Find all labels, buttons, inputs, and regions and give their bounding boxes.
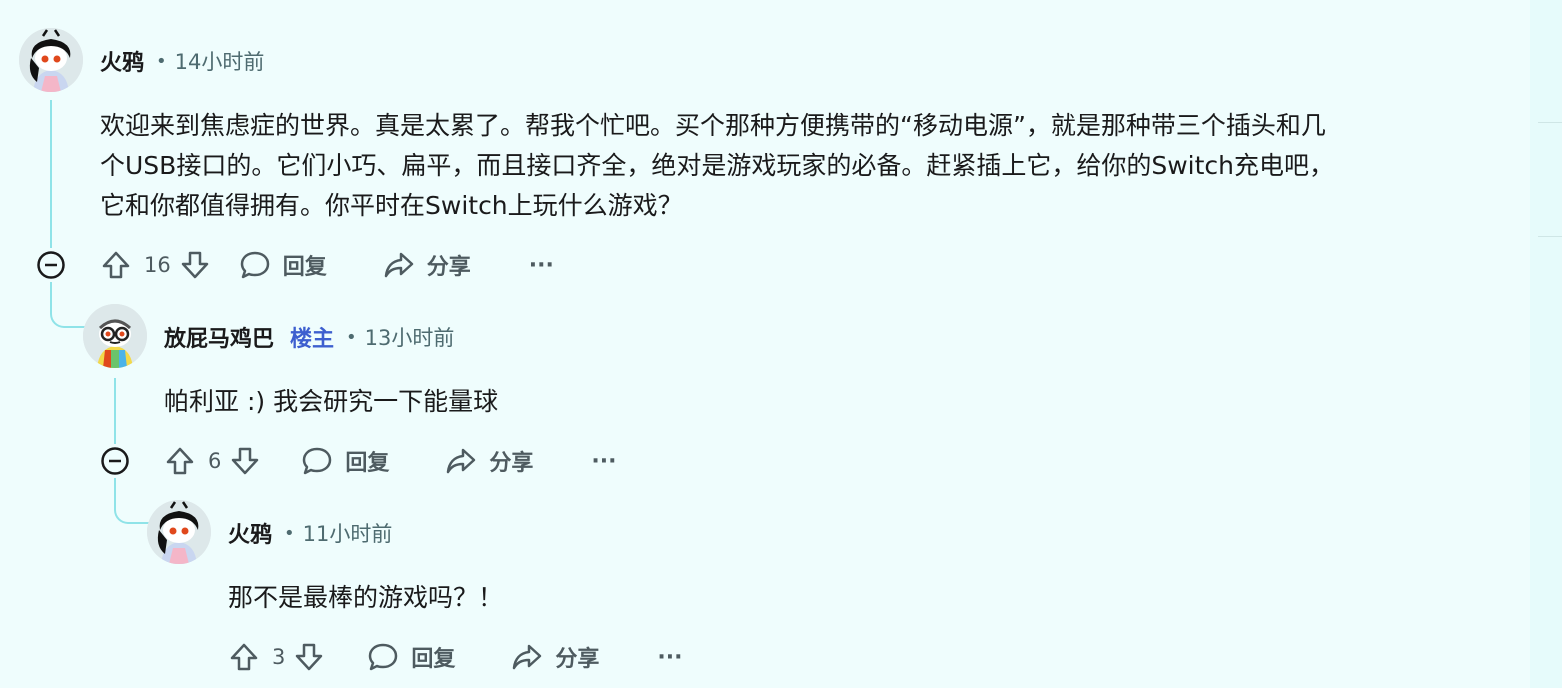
downvote-button[interactable] — [293, 641, 325, 673]
comment-actions: 3 回复 分享 ··· — [228, 639, 682, 675]
share-button[interactable]: 分享 — [511, 641, 599, 673]
thread-curve-2 — [114, 482, 150, 524]
comment-body: 那不是最棒的游戏吗？！ — [228, 578, 503, 618]
share-icon — [513, 644, 542, 670]
comment-body: 欢迎来到焦虑症的世界。真是太累了。帮我个忙吧。买个那种方便携带的“移动电源”，就… — [100, 106, 1334, 226]
reply-button[interactable]: 回复 — [301, 445, 389, 477]
share-label: 分享 — [489, 451, 534, 476]
body-line: 那不是最棒的游戏吗？！ — [228, 583, 504, 612]
collapse-icon[interactable] — [100, 446, 130, 476]
timestamp[interactable]: 13小时前 — [365, 322, 455, 352]
upvote-icon — [102, 251, 130, 279]
more-options-button[interactable]: ··· — [657, 645, 682, 670]
author-name[interactable]: 放屁马鸡巴 — [164, 321, 274, 353]
avatar[interactable] — [19, 28, 83, 92]
vote-score: 6 — [208, 449, 222, 473]
comment-actions: 6 回复 分享 ··· — [164, 443, 616, 479]
body-line: 个USB接口的。它们小巧、扁平，而且接口齐全，绝对是游戏玩家的必备。赶紧插上它，… — [100, 151, 1334, 180]
comment-actions: 16 回复 分享 ··· — [100, 247, 554, 283]
more-icon: ··· — [657, 644, 683, 670]
reply-button[interactable]: 回复 — [367, 641, 455, 673]
comment-icon — [303, 447, 332, 475]
thread-curve-1 — [50, 286, 86, 328]
author-name[interactable]: 火鸦 — [228, 517, 272, 549]
comment-meta: 放屁马鸡巴 楼主 • 13小时前 — [164, 322, 454, 352]
body-line: 帕利亚 :) 我会研究一下能量球 — [164, 387, 499, 416]
thread-line-2 — [114, 378, 116, 444]
avatar-crow-icon — [19, 28, 83, 92]
body-line: 欢迎来到焦虑症的世界。真是太累了。帮我个忙吧。买个那种方便携带的“移动电源”，就… — [100, 111, 1326, 140]
more-icon: ··· — [591, 448, 617, 474]
share-icon — [384, 252, 413, 278]
comment-body: 帕利亚 :) 我会研究一下能量球 — [164, 382, 498, 422]
op-badge: 楼主 — [290, 327, 335, 352]
downvote-button[interactable] — [179, 249, 211, 281]
comment-icon — [369, 643, 398, 671]
downvote-icon — [181, 251, 208, 279]
share-label: 分享 — [426, 255, 471, 280]
avatar[interactable] — [83, 304, 147, 368]
meta-separator: • — [284, 522, 295, 544]
comment-meta: 火鸦 • 11小时前 — [228, 518, 392, 548]
upvote-icon — [230, 643, 258, 671]
upvote-button[interactable] — [100, 249, 132, 281]
vote-score: 3 — [272, 645, 286, 669]
timestamp[interactable]: 14小时前 — [175, 46, 265, 76]
reply-label: 回复 — [282, 255, 327, 280]
meta-separator: • — [346, 326, 357, 348]
reply-label: 回复 — [345, 451, 390, 476]
right-panel-edge — [1530, 0, 1562, 688]
comment-icon — [240, 251, 269, 279]
downvote-button[interactable] — [229, 445, 261, 477]
more-options-button[interactable]: ··· — [529, 253, 554, 278]
share-icon — [447, 448, 476, 474]
reply-button[interactable]: 回复 — [239, 249, 327, 281]
upvote-icon — [166, 447, 194, 475]
share-button[interactable]: 分享 — [383, 249, 471, 281]
body-line: 它和你都值得拥有。你平时在Switch上玩什么游戏？ — [100, 191, 683, 220]
share-button[interactable]: 分享 — [445, 445, 533, 477]
thread-line-1 — [50, 100, 52, 248]
upvote-button[interactable] — [164, 445, 196, 477]
avatar-crow-icon — [147, 500, 211, 564]
timestamp[interactable]: 11小时前 — [303, 518, 393, 548]
more-icon: ··· — [528, 252, 554, 278]
comment-meta: 火鸦 • 14小时前 — [100, 46, 264, 76]
author-name[interactable]: 火鸦 — [100, 45, 144, 77]
downvote-icon — [296, 643, 323, 671]
meta-separator: • — [156, 50, 167, 72]
reply-label: 回复 — [411, 647, 456, 672]
avatar-glasses-icon — [83, 304, 147, 368]
avatar[interactable] — [147, 500, 211, 564]
collapse-icon[interactable] — [36, 250, 66, 280]
upvote-button[interactable] — [228, 641, 260, 673]
more-options-button[interactable]: ··· — [591, 449, 616, 474]
share-label: 分享 — [555, 647, 600, 672]
vote-score: 16 — [144, 253, 171, 277]
downvote-icon — [232, 447, 259, 475]
